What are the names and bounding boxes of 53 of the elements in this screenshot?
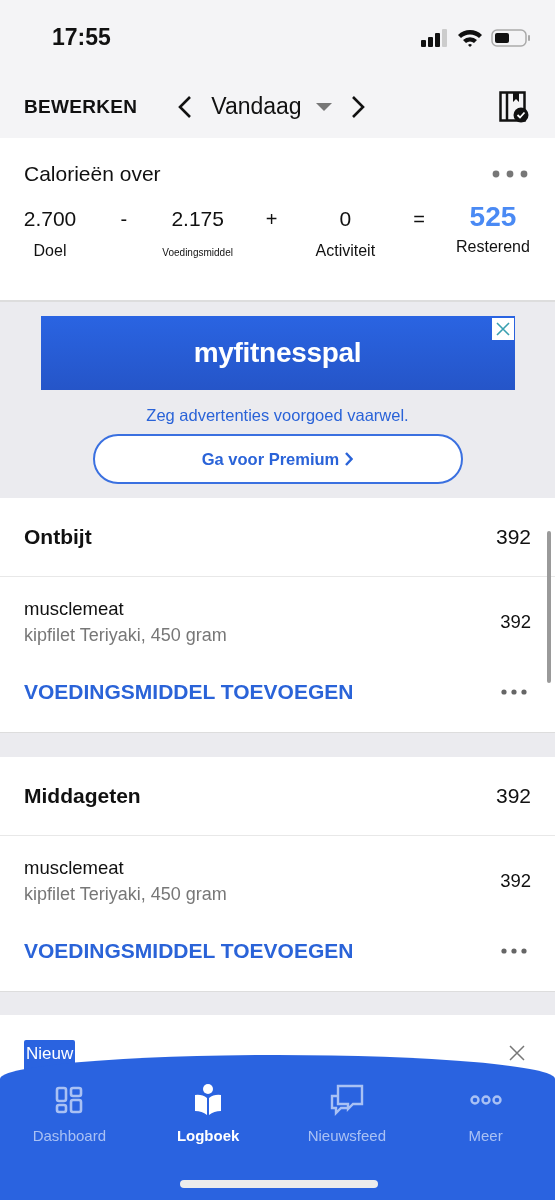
- wifi-icon: [457, 27, 483, 48]
- ad-banner[interactable]: myfitnesspal: [40, 316, 515, 390]
- meal-title: Middageten: [24, 784, 141, 808]
- premium-button[interactable]: Ga voor Premium: [92, 434, 463, 484]
- close-icon[interactable]: [491, 318, 514, 340]
- card-title: Calorieën over: [24, 162, 161, 186]
- book-reader-icon: [194, 1084, 223, 1116]
- tab[interactable]: Dashboard: [0, 1083, 139, 1200]
- caret-icon: [315, 101, 332, 112]
- add-food-link[interactable]: VOEDINGSMIDDEL TOEVOEGEN: [24, 939, 354, 963]
- chevron-right-icon: [344, 452, 354, 466]
- food-detail: kipfilet Teriyaki, 450 gram: [24, 625, 227, 646]
- chevron-left-icon[interactable]: [177, 94, 194, 119]
- tab[interactable]: Logboek: [138, 1083, 278, 1200]
- more-icon[interactable]: [501, 948, 527, 954]
- food-detail: kipfilet Teriyaki, 450 gram: [24, 884, 227, 905]
- ad-message: Zeg advertenties voorgoed vaarwel.: [146, 406, 409, 425]
- close-icon[interactable]: [509, 1045, 525, 1061]
- tab[interactable]: Meer: [416, 1083, 555, 1200]
- food-entry[interactable]: musclemeat kipfilet Teriyaki, 450 gram 392: [0, 577, 555, 652]
- meal-calories: 392: [495, 784, 531, 808]
- food-name: musclemeat: [24, 598, 125, 620]
- more-icon[interactable]: [501, 689, 527, 695]
- tab[interactable]: Nieuwsfeed: [277, 1083, 417, 1200]
- clock-time: 17:55: [52, 24, 111, 51]
- meal-calories: 392: [495, 525, 531, 549]
- food-calories: 392: [500, 870, 531, 892]
- date-dropdown[interactable]: Vandaag: [211, 93, 332, 120]
- operator-sign: +: [265, 208, 278, 230]
- calorie-value: 0: [339, 206, 352, 232]
- food-entry[interactable]: musclemeat kipfilet Teriyaki, 450 gram 392: [0, 836, 555, 911]
- remaining-calories: 525: [469, 202, 517, 232]
- food-calories: 392: [500, 611, 531, 633]
- calorie-value: 2.700: [23, 206, 77, 232]
- calorie-label: Resterend: [456, 238, 530, 256]
- chevron-right-icon[interactable]: [349, 94, 366, 119]
- calorie-value: 2.175: [171, 206, 224, 232]
- ad-logo-text: myfitnesspal: [193, 337, 362, 369]
- food-name: musclemeat: [24, 857, 125, 879]
- more-icon: [469, 1094, 502, 1106]
- signal-icon: [421, 28, 449, 47]
- operator-sign: =: [413, 208, 425, 230]
- battery-icon: [491, 27, 531, 48]
- add-food-link[interactable]: VOEDINGSMIDDEL TOEVOEGEN: [24, 680, 354, 704]
- calorie-label: Voedingsmiddel: [162, 247, 233, 258]
- grid-icon: [55, 1086, 84, 1114]
- operator-sign: -: [120, 208, 128, 230]
- calorie-label: Doel: [33, 242, 67, 260]
- calorie-label: Activiteit: [315, 242, 376, 260]
- edit-button[interactable]: BEWERKEN: [24, 95, 138, 118]
- chat-bubbles-icon: [328, 1084, 365, 1116]
- diary-check-icon[interactable]: [499, 90, 529, 123]
- meal-title: Ontbijt: [24, 525, 92, 549]
